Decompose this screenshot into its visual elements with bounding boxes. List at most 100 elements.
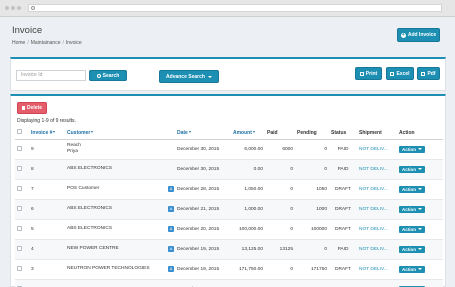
- row-checkbox[interactable]: [17, 205, 22, 211]
- shipment-link[interactable]: NOT DELIV...: [357, 199, 397, 220]
- action-dropdown-button[interactable]: Action: [399, 225, 425, 233]
- window-dot-icon[interactable]: [5, 6, 9, 10]
- search-button[interactable]: Search: [89, 70, 127, 81]
- action-cell: Action: [397, 159, 443, 180]
- chevron-down-icon: [417, 188, 422, 190]
- table-header-row: Invoice # Customer Date Amount Paid Pend…: [15, 127, 443, 140]
- invoice-pending: [295, 279, 329, 287]
- add-invoice-button[interactable]: + Add Invoice: [397, 28, 440, 42]
- shipment-link[interactable]: NOT DELIV...: [357, 219, 397, 240]
- customer-info-badge[interactable]: A: [168, 265, 174, 272]
- results-summary: Displaying 1-9 of 9 results.: [17, 118, 76, 124]
- row-select-cell: [15, 179, 29, 200]
- advance-search-button[interactable]: Advance Search: [159, 70, 219, 83]
- shipment-link[interactable]: NOT DELIV...: [357, 139, 397, 160]
- print-icon: [359, 71, 364, 76]
- action-dropdown-button[interactable]: Action: [399, 145, 425, 153]
- pdf-button[interactable]: Pdf: [417, 67, 440, 80]
- chevron-down-icon: [417, 268, 422, 270]
- customer-info-badge[interactable]: A: [168, 225, 174, 232]
- col-invoice-number[interactable]: Invoice #: [29, 127, 65, 140]
- col-customer[interactable]: Customer: [65, 127, 175, 140]
- action-cell: Action: [397, 219, 443, 240]
- row-select-cell: [15, 159, 29, 180]
- action-dropdown-button[interactable]: Action: [399, 165, 425, 173]
- customer-info-badge[interactable]: A: [168, 205, 174, 212]
- invoice-amount: 1,050.00: [231, 179, 265, 200]
- chevron-down-icon: [417, 248, 422, 250]
- action-dropdown-button[interactable]: Action: [399, 205, 425, 213]
- invoice-amount: 171,750.00: [231, 259, 265, 280]
- invoice-amount: 13,125.00: [231, 239, 265, 260]
- row-checkbox[interactable]: [17, 225, 22, 231]
- breadcrumb-home[interactable]: Home: [12, 40, 25, 46]
- action-cell: Action: [397, 279, 443, 287]
- table-row[interactable]: 3 NEUTRON POWER TECHNOLOGIES A December 19,…: [15, 259, 443, 280]
- excel-button[interactable]: Excel: [386, 67, 414, 80]
- table-row[interactable]: 4 NEW POWER CENTRE A December 19, 2015 13,12…: [15, 239, 443, 260]
- customer-cell: NEW POWER CENTRE A: [65, 239, 175, 260]
- row-select-cell: [15, 259, 29, 280]
- action-cell: Action: [397, 139, 443, 160]
- filter-panel: Invoice Id Search Advance Search Print E…: [10, 57, 446, 91]
- row-checkbox[interactable]: [17, 245, 22, 251]
- delete-button[interactable]: Delete: [17, 102, 47, 114]
- invoice-amount: 6,000.00: [231, 139, 265, 160]
- col-amount[interactable]: Amount: [231, 127, 265, 140]
- row-checkbox[interactable]: [17, 185, 22, 191]
- customer-info-badge[interactable]: A: [168, 185, 174, 192]
- customer-name-line: ABS ELECTRONICS: [67, 206, 113, 211]
- page-title: Invoice: [12, 25, 43, 36]
- status-badge: PAID: [329, 159, 357, 180]
- action-cell: Action: [397, 239, 443, 260]
- table-row[interactable]: 8 ABS ELECTRONICS December 30, 2015 0.00 0 0 P…: [15, 159, 443, 180]
- status-badge: [329, 279, 357, 287]
- customer-info-badge[interactable]: A: [168, 245, 174, 252]
- breadcrumb-maintainance[interactable]: Maintainance: [31, 40, 61, 46]
- address-bar[interactable]: [28, 4, 442, 12]
- file-pdf-icon: [421, 71, 426, 76]
- customer-name-line: Priya: [67, 149, 78, 154]
- plus-icon: +: [400, 31, 406, 38]
- invoice-number: [29, 279, 65, 287]
- shipment-link[interactable]: NOT DELIV...: [357, 259, 397, 280]
- search-icon: [96, 73, 101, 78]
- invoice-pending: 171750: [295, 259, 329, 280]
- shipment-link[interactable]: NOT DELIV...: [357, 179, 397, 200]
- table-row[interactable]: 5 ABS ELECTRONICS A December 20, 2015 100,00…: [15, 219, 443, 240]
- table-row[interactable]: 7 POS Customer A December 28, 2015 1,050.00 0…: [15, 179, 443, 200]
- customer-cell: ABS ELECTRONICS: [65, 159, 175, 180]
- table-row[interactable]: December 19, 2015 NOT DELIV...Action: [15, 279, 443, 287]
- row-checkbox[interactable]: [17, 265, 22, 271]
- table-row[interactable]: 9 Reach Priya December 30, 2015 6,000.00 6000…: [15, 139, 443, 160]
- file-excel-icon: [390, 71, 395, 76]
- shipment-link[interactable]: NOT DELIV...: [357, 239, 397, 260]
- invoice-date: December 30, 2015: [175, 139, 231, 160]
- row-checkbox[interactable]: [17, 145, 22, 151]
- shipment-link[interactable]: NOT DELIV...: [357, 279, 397, 287]
- customer-name-line: NEUTRON POWER TECHNOLOGIES: [67, 266, 150, 271]
- customer-cell: Reach Priya: [65, 139, 175, 160]
- window-dot-icon[interactable]: [11, 6, 15, 10]
- invoice-date: December 19, 2015: [175, 279, 231, 287]
- invoice-number: 6: [29, 199, 65, 220]
- table-row[interactable]: 6 ABS ELECTRONICS A December 21, 2015 1,000.…: [15, 199, 443, 220]
- invoice-pending: 0: [295, 239, 329, 260]
- invoice-amount: 100,000.00: [231, 219, 265, 240]
- invoice-number: 3: [29, 259, 65, 280]
- row-checkbox[interactable]: [17, 165, 22, 171]
- action-dropdown-button[interactable]: Action: [399, 185, 425, 193]
- select-all-checkbox[interactable]: [17, 129, 22, 135]
- breadcrumb-invoice: Invoice: [65, 40, 82, 46]
- action-dropdown-button[interactable]: Action: [399, 265, 425, 273]
- shipment-link[interactable]: NOT DELIV...: [357, 159, 397, 180]
- invoice-id-input[interactable]: Invoice Id: [16, 70, 86, 81]
- invoice-paid: 0: [265, 179, 295, 200]
- col-date[interactable]: Date: [175, 127, 231, 140]
- action-dropdown-button[interactable]: Action: [399, 245, 425, 253]
- invoice-number: 5: [29, 219, 65, 240]
- print-button[interactable]: Print: [355, 67, 382, 80]
- window-dot-icon[interactable]: [17, 6, 21, 10]
- invoice-date: December 19, 2015: [175, 259, 231, 280]
- invoice-number: 4: [29, 239, 65, 260]
